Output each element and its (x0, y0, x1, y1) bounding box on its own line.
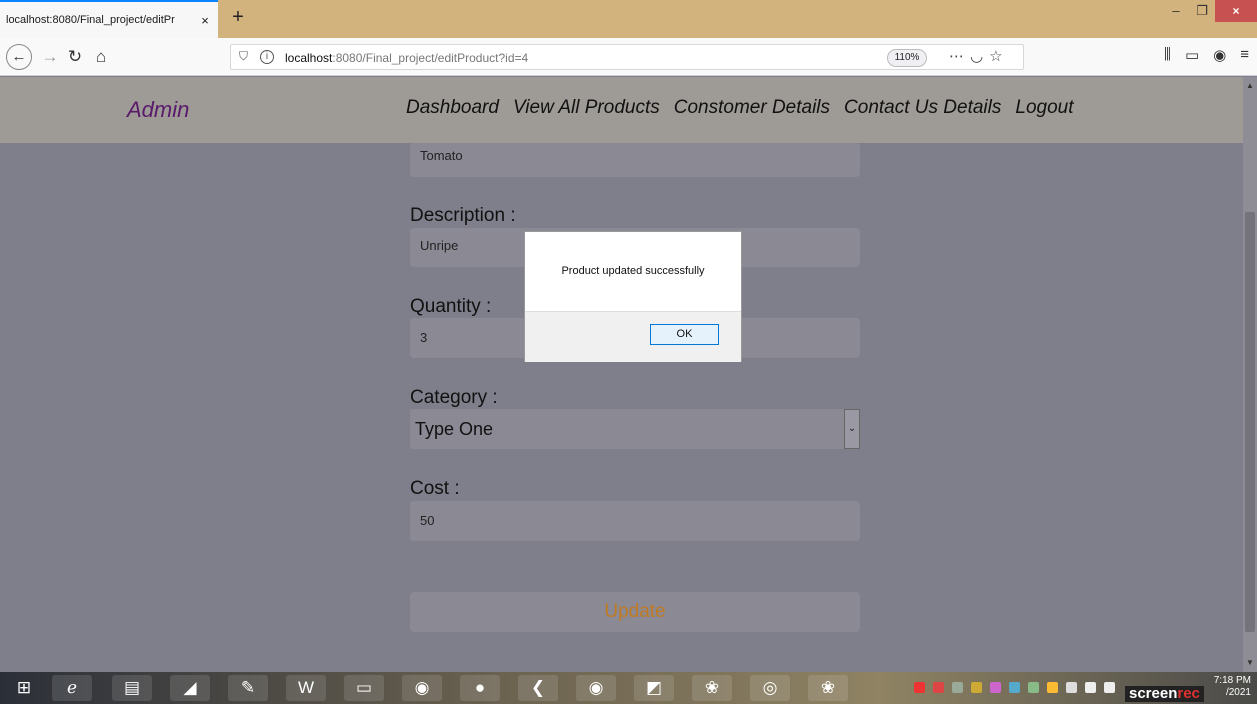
vscode-icon[interactable]: ❮ (518, 675, 558, 701)
page-scrollbar[interactable]: ▲ ▼ (1243, 77, 1257, 672)
tray-app-icon[interactable] (1047, 682, 1058, 693)
window-controls: – ❐ × (1163, 0, 1257, 24)
url-text[interactable]: localhost:8080/Final_project/editProduct… (285, 51, 528, 65)
spring-tools-icon[interactable]: ❀ (692, 675, 732, 701)
category-select[interactable]: Type One ⌄ (410, 409, 860, 449)
scroll-thumb[interactable] (1245, 212, 1255, 632)
quantity-label: Quantity : (410, 296, 492, 317)
taskbar: ⊞ ℯ ▤ ◢ ✎ W ▭ ◉ ● ❮ ◉ ◩ ❀ ◎ ❀ screenrec … (0, 672, 1257, 704)
sidebar-icon[interactable]: ▭ (1185, 46, 1199, 64)
url-host: localhost (285, 51, 333, 65)
new-tab-button[interactable]: + (226, 6, 250, 30)
eclipse-icon[interactable]: ◉ (402, 675, 442, 701)
category-label: Category : (410, 387, 498, 408)
eclipse-icon-2[interactable]: ◉ (576, 675, 616, 701)
cost-field[interactable]: 50 (410, 501, 860, 541)
site-header: Admin Dashboard View All Products Consto… (0, 77, 1243, 143)
tray-app-icon[interactable] (1009, 682, 1020, 693)
shield-icon[interactable]: ⛉ (239, 49, 248, 64)
menu-contact-us-details[interactable]: Contact Us Details (844, 97, 1001, 119)
navigation-toolbar: ← → ↻ ⌂ ⛉ i localhost:8080/Final_project… (0, 38, 1257, 76)
toolbar-icons: ⫼ ▭ ◉ ≡ (1164, 46, 1249, 64)
record-icon[interactable] (914, 682, 925, 693)
mysql-workbench-icon[interactable]: ◩ (634, 675, 674, 701)
firefox-icon[interactable]: ● (460, 675, 500, 701)
tray-app-icon[interactable] (1028, 682, 1039, 693)
main-menu: Dashboard View All Products Constomer De… (406, 97, 1074, 119)
description-label: Description : (410, 205, 516, 226)
file-explorer-icon[interactable]: ▤ (112, 675, 152, 701)
name-value: Tomato (420, 148, 463, 163)
restore-button[interactable]: ❐ (1189, 0, 1215, 22)
menu-icon[interactable]: ≡ (1240, 46, 1249, 64)
screenrec-watermark: screenrec (1125, 686, 1204, 702)
forward-icon[interactable]: → (40, 45, 60, 69)
tray-app-icon[interactable] (933, 682, 944, 693)
app-icon[interactable]: ◢ (170, 675, 210, 701)
clock-time: 7:18 PM (1213, 675, 1251, 686)
category-value: Type One (415, 419, 494, 439)
browser-tab[interactable]: localhost:8080/Final_project/editPr × (0, 0, 218, 38)
quantity-value: 3 (420, 330, 428, 345)
battery-icon[interactable] (1066, 682, 1077, 693)
library-icon[interactable]: ⫼ (1164, 46, 1171, 64)
menu-dashboard[interactable]: Dashboard (406, 97, 499, 119)
more-icon[interactable]: ⋯ (949, 48, 970, 65)
watermark-rec: rec (1177, 685, 1200, 702)
pocket-icon[interactable]: ◡ (970, 48, 989, 65)
spring-tools-icon-2[interactable]: ❀ (808, 675, 848, 701)
clock-date: /2021 (1225, 687, 1251, 698)
description-value: Unripe (420, 238, 459, 253)
account-icon[interactable]: ◉ (1213, 46, 1226, 64)
minimize-button[interactable]: – (1163, 0, 1189, 22)
menu-logout[interactable]: Logout (1015, 97, 1073, 119)
tab-close-icon[interactable]: × (198, 13, 212, 28)
url-path: :8080/Final_project/editProduct?id=4 (332, 51, 529, 65)
command-prompt-icon[interactable]: ▭ (344, 675, 384, 701)
star-icon[interactable]: ☆ (989, 48, 1008, 65)
alert-dialog: Product updated successfully OK (524, 231, 742, 362)
cost-label: Cost : (410, 478, 460, 499)
name-field[interactable]: Tomato (410, 143, 860, 177)
volume-icon[interactable] (1104, 682, 1115, 693)
tray-app-icon[interactable] (971, 682, 982, 693)
page-actions: ⋯◡☆ (949, 47, 1009, 65)
dialog-message: Product updated successfully (561, 265, 705, 277)
scroll-up-icon[interactable]: ▲ (1243, 79, 1257, 93)
network-icon[interactable] (1085, 682, 1096, 693)
address-bar[interactable]: ⛉ i localhost:8080/Final_project/editPro… (230, 44, 1024, 70)
cost-value: 50 (420, 513, 435, 528)
chevron-down-icon[interactable]: ⌄ (844, 409, 860, 449)
ok-button[interactable]: OK (650, 324, 719, 345)
window-close-button[interactable]: × (1215, 0, 1257, 22)
tab-title: localhost:8080/Final_project/editPr (6, 14, 175, 26)
paint-icon[interactable]: ✎ (228, 675, 268, 701)
watermark-screen: screen (1129, 685, 1178, 702)
chrome-icon[interactable]: ◎ (750, 675, 790, 701)
home-icon[interactable]: ⌂ (90, 45, 112, 69)
back-icon[interactable]: ← (6, 44, 32, 70)
system-tray (914, 682, 1115, 693)
dialog-footer: OK (525, 311, 741, 362)
info-icon[interactable]: i (260, 50, 274, 64)
internet-explorer-icon[interactable]: ℯ (52, 675, 92, 701)
word-icon[interactable]: W (286, 675, 326, 701)
menu-customer-details[interactable]: Constomer Details (674, 97, 830, 119)
site-brand[interactable]: Admin (127, 97, 189, 123)
reload-icon[interactable]: ↻ (64, 45, 86, 69)
tab-strip: localhost:8080/Final_project/editPr × + … (0, 0, 1257, 38)
tray-app-icon[interactable] (952, 682, 963, 693)
zoom-level[interactable]: 110% (887, 49, 927, 67)
scroll-down-icon[interactable]: ▼ (1243, 656, 1257, 670)
tray-app-icon[interactable] (990, 682, 1001, 693)
windows-start-icon[interactable]: ⊞ (4, 675, 44, 701)
update-button[interactable]: Update (410, 592, 860, 632)
menu-view-all-products[interactable]: View All Products (513, 97, 660, 119)
page-viewport: Admin Dashboard View All Products Consto… (0, 77, 1257, 672)
